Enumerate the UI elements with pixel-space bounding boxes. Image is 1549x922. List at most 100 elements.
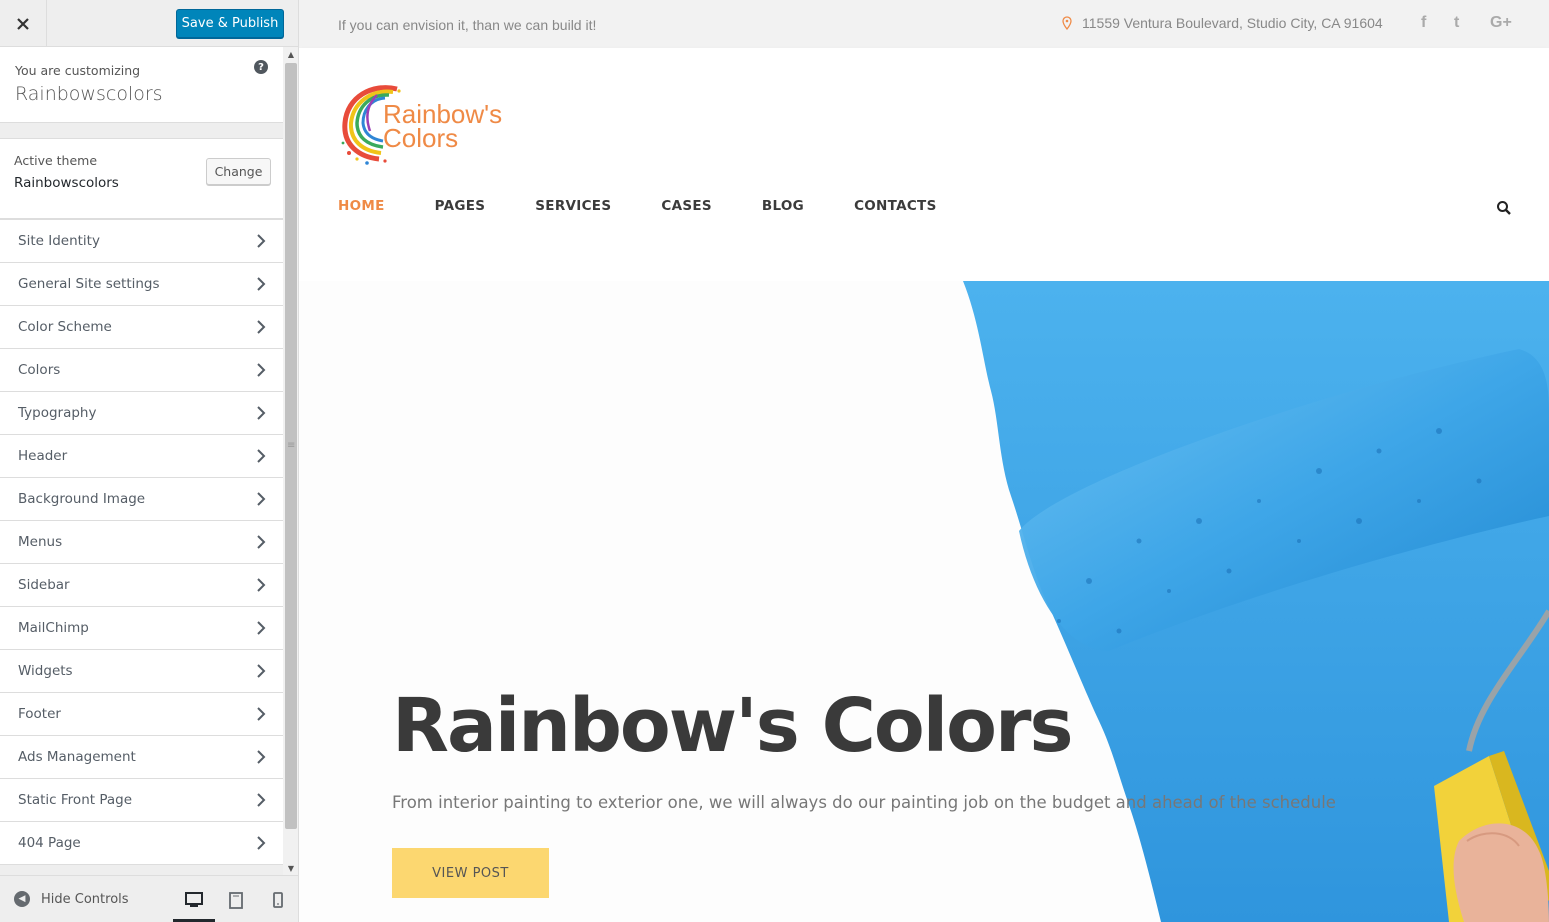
chevron-right-icon [257, 363, 266, 377]
panel-header[interactable]: Header [0, 435, 283, 478]
panel-label: Site Identity [18, 233, 100, 249]
panel-site-identity[interactable]: Site Identity [0, 220, 283, 263]
panel-label: Color Scheme [18, 319, 112, 335]
hero-title: Rainbow's Colors [392, 683, 1073, 769]
active-theme-name: Rainbowscolors [14, 175, 119, 191]
change-theme-button[interactable]: Change [206, 158, 271, 185]
help-icon[interactable]: ? [254, 60, 268, 74]
google-plus-icon[interactable]: G+ [1490, 14, 1512, 32]
panel-label: 404 Page [18, 835, 81, 851]
hero-section: Rainbow's Colors From interior painting … [299, 281, 1549, 922]
panel-label: Menus [18, 534, 63, 550]
panel-ads-management[interactable]: Ads Management [0, 736, 283, 779]
chevron-right-icon [257, 621, 266, 635]
customizing-info: You are customizing Rainbowscolors ? [0, 47, 283, 123]
panel-typography[interactable]: Typography [0, 392, 283, 435]
facebook-icon[interactable]: f [1421, 14, 1426, 32]
tablet-preview-button[interactable] [226, 890, 246, 910]
main-nav: HOME PAGES SERVICES CASES BLOG CONTACTS [338, 198, 987, 214]
chevron-right-icon [257, 750, 266, 764]
panel-label: General Site settings [18, 276, 160, 292]
active-theme-section: Active theme Rainbowscolors Change [0, 138, 283, 219]
hide-controls-label: Hide Controls [41, 891, 129, 907]
desktop-preview-button[interactable] [184, 890, 204, 910]
chevron-right-icon [257, 320, 266, 334]
scroll-down-arrow-icon[interactable]: ▼ [283, 861, 298, 875]
collapse-arrow-icon: ◀ [14, 891, 30, 907]
chevron-right-icon [257, 492, 266, 506]
search-button[interactable] [1496, 200, 1512, 216]
mobile-preview-button[interactable] [268, 890, 288, 910]
panel-mailchimp[interactable]: MailChimp [0, 607, 283, 650]
panel-label: Footer [18, 706, 61, 722]
site-logo[interactable]: Rainbow's Colors [337, 83, 517, 173]
resize-grip-icon[interactable]: ≡ [287, 440, 295, 451]
nav-item-pages[interactable]: PAGES [435, 198, 486, 214]
address-text: 11559 Ventura Boulevard, Studio City, CA… [1082, 15, 1383, 31]
panel-label: MailChimp [18, 620, 89, 636]
chevron-right-icon [257, 535, 266, 549]
active-theme-label: Active theme [14, 153, 98, 168]
nav-item-services[interactable]: SERVICES [535, 198, 611, 214]
chevron-right-icon [257, 793, 266, 807]
panel-label: Header [18, 448, 68, 464]
customizing-label: You are customizing [15, 63, 141, 78]
panel-list: Site Identity General Site settings Color … [0, 219, 283, 865]
panel-colors[interactable]: Colors [0, 349, 283, 392]
hero-subtitle: From interior painting to exterior one, … [392, 793, 1336, 812]
mobile-icon [273, 892, 283, 908]
chevron-right-icon [257, 277, 266, 291]
panel-label: Sidebar [18, 577, 70, 593]
chevron-right-icon [257, 578, 266, 592]
paint-roller-image [963, 281, 1549, 922]
nav-item-cases[interactable]: CASES [661, 198, 712, 214]
nav-item-home[interactable]: HOME [338, 198, 385, 214]
chevron-right-icon [257, 406, 266, 420]
panel-widgets[interactable]: Widgets [0, 650, 283, 693]
site-header: Rainbow's Colors HOME PAGES SERVICES CASES B… [299, 48, 1549, 281]
panel-color-scheme[interactable]: Color Scheme [0, 306, 283, 349]
customizer-header: Save & Publish [0, 0, 298, 47]
site-preview: If you can envision it, than we can buil… [299, 0, 1549, 922]
location-pin-icon [1062, 16, 1072, 30]
desktop-icon [185, 892, 203, 907]
panel-static-front-page[interactable]: Static Front Page [0, 779, 283, 822]
search-icon [1497, 201, 1511, 215]
panel-label: Static Front Page [18, 792, 133, 808]
panel-footer[interactable]: Footer [0, 693, 283, 736]
twitter-icon[interactable]: t [1454, 14, 1459, 32]
panel-label: Widgets [18, 663, 73, 679]
site-address: 11559 Ventura Boulevard, Studio City, CA… [1062, 15, 1383, 31]
scrollbar[interactable]: ▲ ▼ [283, 47, 298, 875]
chevron-right-icon [257, 234, 266, 248]
panel-menus[interactable]: Menus [0, 521, 283, 564]
chevron-right-icon [257, 836, 266, 850]
panel-general-site-settings[interactable]: General Site settings [0, 263, 283, 306]
site-tagline: If you can envision it, than we can buil… [338, 17, 597, 33]
panel-404-page[interactable]: 404 Page [0, 822, 283, 865]
panel-label: Typography [18, 405, 97, 421]
hide-controls-button[interactable]: ◀ Hide Controls [14, 891, 129, 907]
customizer-panels-scroll: You are customizing Rainbowscolors ? Act… [0, 47, 283, 875]
panel-background-image[interactable]: Background Image [0, 478, 283, 521]
panel-label: Ads Management [18, 749, 136, 765]
close-customizer-button[interactable] [0, 0, 47, 47]
panel-label: Background Image [18, 491, 146, 507]
chevron-right-icon [257, 707, 266, 721]
panel-label: Colors [18, 362, 61, 378]
chevron-right-icon [257, 449, 266, 463]
site-name: Rainbowscolors [15, 83, 163, 105]
logo-text-line2: Colors [383, 123, 459, 153]
save-publish-button[interactable]: Save & Publish [176, 9, 284, 38]
site-topbar: If you can envision it, than we can buil… [299, 0, 1549, 48]
view-post-button[interactable]: VIEW POST [392, 848, 549, 898]
panel-sidebar[interactable]: Sidebar [0, 564, 283, 607]
nav-item-blog[interactable]: BLOG [762, 198, 804, 214]
chevron-right-icon [257, 664, 266, 678]
tablet-icon [229, 892, 243, 909]
customizer-footer: ◀ Hide Controls [0, 875, 298, 922]
nav-item-contacts[interactable]: CONTACTS [854, 198, 937, 214]
scroll-up-arrow-icon[interactable]: ▲ [283, 47, 298, 61]
customizer-sidebar: Save & Publish You are customizing Rainb… [0, 0, 299, 922]
close-icon [17, 17, 29, 30]
